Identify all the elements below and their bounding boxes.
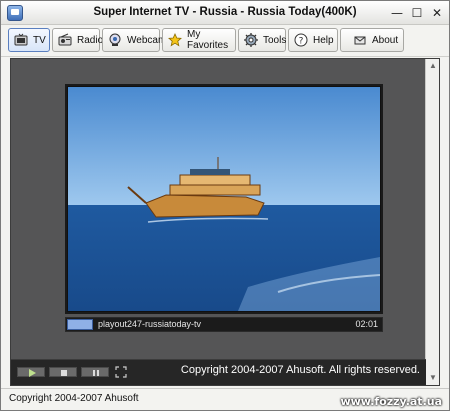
vertical-scrollbar[interactable]: ▲ ▼ bbox=[425, 59, 439, 385]
tab-tools[interactable]: Tools bbox=[238, 28, 286, 52]
radio-icon bbox=[58, 33, 72, 47]
tab-about-label: About bbox=[372, 34, 399, 46]
tab-radio-label: Radio bbox=[77, 34, 104, 46]
gear-icon bbox=[244, 33, 258, 47]
info-icon bbox=[353, 33, 367, 47]
window-title: Super Internet TV - Russia - Russia Toda… bbox=[93, 6, 357, 18]
star-icon bbox=[168, 33, 182, 47]
tab-radio[interactable]: Radio bbox=[52, 28, 104, 52]
tab-help-label: Help bbox=[313, 34, 334, 46]
title-bar[interactable]: Super Internet TV - Russia - Russia Toda… bbox=[1, 1, 449, 25]
tab-my-favorites[interactable]: My Favorites bbox=[162, 28, 236, 52]
svg-text:?: ? bbox=[299, 37, 304, 47]
app-window: Super Internet TV - Russia - Russia Toda… bbox=[0, 0, 450, 411]
minimize-button[interactable]: — bbox=[389, 5, 405, 21]
player-controls: Copyright 2004-2007 Ahusoft. All rights … bbox=[11, 359, 426, 385]
play-button[interactable] bbox=[17, 367, 45, 377]
maximize-button[interactable]: ☐ bbox=[409, 5, 425, 21]
tab-webcam-label: Webcam bbox=[127, 34, 167, 46]
help-icon: ? bbox=[294, 33, 308, 47]
toolbar: TV Radio Webcam My Favorites Tools ? Hel… bbox=[1, 25, 449, 57]
tv-panel: ▲ ▼ playout247-russiatoday-tv 02:01 Copy… bbox=[10, 58, 440, 386]
tab-my-favorites-label: My Favorites bbox=[187, 29, 229, 51]
tab-about[interactable]: About bbox=[340, 28, 404, 52]
fullscreen-icon[interactable] bbox=[115, 365, 127, 378]
tab-tv-label: TV bbox=[33, 34, 46, 46]
video-player[interactable] bbox=[65, 84, 383, 314]
channel-name: playout247-russiatoday-tv bbox=[98, 319, 202, 329]
player-copyright: Copyright 2004-2007 Ahusoft. All rights … bbox=[180, 364, 420, 376]
status-text: Copyright 2004-2007 Ahusoft bbox=[9, 393, 139, 404]
video-frame-image[interactable] bbox=[68, 87, 380, 311]
tab-tv[interactable]: TV bbox=[8, 28, 50, 52]
signal-icon bbox=[67, 319, 93, 330]
tab-tools-label: Tools bbox=[263, 34, 287, 46]
pause-button[interactable] bbox=[81, 367, 109, 377]
close-button[interactable]: ✕ bbox=[429, 5, 445, 21]
webcam-icon bbox=[108, 33, 122, 47]
stream-status-bar: playout247-russiatoday-tv 02:01 bbox=[65, 317, 383, 332]
playback-time: 02:01 bbox=[355, 319, 378, 329]
tab-help[interactable]: ? Help bbox=[288, 28, 338, 52]
stop-button[interactable] bbox=[49, 367, 77, 377]
scroll-up-arrow-icon[interactable]: ▲ bbox=[427, 60, 439, 72]
watermark: www.fozzy.at.ua bbox=[340, 395, 442, 408]
tv-icon bbox=[14, 33, 28, 47]
tab-webcam[interactable]: Webcam bbox=[102, 28, 166, 52]
scroll-down-arrow-icon[interactable]: ▼ bbox=[427, 372, 439, 384]
